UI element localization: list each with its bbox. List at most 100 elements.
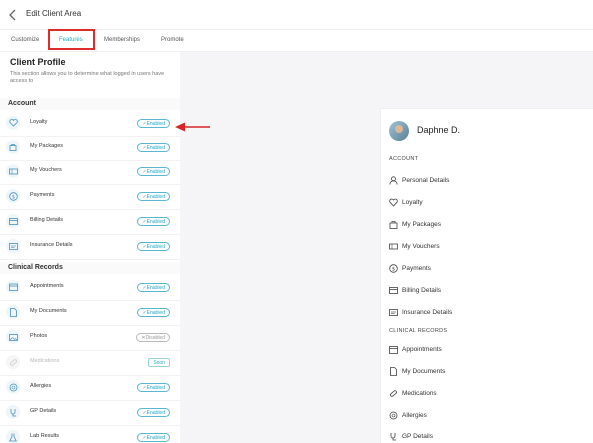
status-toggle[interactable]: ✓Enabled [137, 408, 170, 417]
dollar-icon: $ [6, 189, 20, 203]
preview-item-label: Insurance Details [402, 309, 453, 316]
tab-memberships[interactable]: Memberships [104, 37, 140, 43]
status-toggle[interactable]: ✓Enabled [137, 119, 170, 128]
preview-item-label: Appointments [402, 346, 442, 353]
preview-item-payments[interactable]: $ Payments [389, 263, 579, 275]
status-toggle[interactable]: ✓Enabled [137, 433, 170, 442]
preview-item-medications[interactable]: Medications [389, 388, 579, 400]
stethoscope-icon [390, 433, 396, 441]
avatar [389, 121, 409, 141]
feature-row-my-documents: My Documents ✓Enabled [0, 302, 180, 326]
feature-row-allergies: Allergies ✓Enabled [0, 377, 180, 401]
preview-item-appointments[interactable]: Appointments [389, 344, 579, 356]
preview-item-label: Medications [402, 390, 437, 397]
status-toggle[interactable]: ✓Enabled [137, 308, 170, 317]
feature-row-my-packages: My Packages ✓Enabled [0, 137, 180, 161]
preview-item-label: Personal Details [402, 177, 450, 184]
feature-row-photos: Photos ✕Disabled [0, 327, 180, 351]
tab-promote[interactable]: Promote [161, 37, 184, 43]
feature-row-gp-details: GP Details ✓Enabled [0, 402, 180, 426]
clinical-section-header: Clinical Records [0, 262, 180, 274]
heart-icon [389, 198, 398, 207]
status-toggle[interactable]: ✕Disabled [136, 333, 170, 342]
dollar-icon: $ [389, 264, 398, 273]
pill-icon [390, 390, 397, 397]
allergy-icon [389, 411, 398, 420]
top-bar: Edit Client Area [0, 0, 593, 30]
status-text: Enabled [146, 145, 165, 151]
preview-item-label: My Documents [402, 368, 446, 375]
feature-label: My Vouchers [30, 167, 62, 173]
status-toggle[interactable]: ✓Enabled [137, 383, 170, 392]
status-text: Enabled [146, 285, 165, 291]
person-icon [389, 176, 398, 185]
status-toggle[interactable]: ✓Enabled [137, 143, 170, 152]
status-toggle[interactable]: ✓Enabled [137, 217, 170, 226]
pill-icon [6, 355, 20, 369]
card-icon [6, 214, 20, 228]
feature-label: My Documents [30, 308, 67, 314]
heart-icon [6, 116, 20, 130]
feature-label: Billing Details [30, 217, 64, 223]
document-icon [390, 367, 397, 376]
feature-label: Lab Results [30, 433, 60, 439]
allergy-icon [6, 380, 20, 394]
feature-label: Payments [30, 192, 55, 198]
preview-clinical-header: CLINICAL RECORDS [389, 328, 448, 334]
client-profile-title: Client Profile [10, 57, 66, 67]
card-icon [389, 287, 398, 294]
preview-item-allergies[interactable]: Allergies [389, 410, 579, 422]
preview-item-label: My Packages [402, 221, 442, 228]
feature-row-appointments: Appointments ✓Enabled [0, 277, 180, 301]
preview-item-label: Billing Details [402, 287, 442, 294]
preview-client-name: Daphne D. [417, 125, 461, 135]
preview-item-insurance-details[interactable]: Insurance Details [389, 307, 579, 319]
back-arrow-icon[interactable] [8, 8, 18, 22]
preview-item-my-packages[interactable]: My Packages [389, 219, 579, 231]
preview-item-billing-details[interactable]: Billing Details [389, 285, 579, 297]
preview-item-label: My Vouchers [402, 243, 440, 250]
preview-item-my-vouchers[interactable]: My Vouchers [389, 241, 579, 253]
feature-row-my-vouchers: My Vouchers ✓Enabled [0, 161, 180, 185]
client-profile-description: This section allows you to determine wha… [10, 71, 165, 84]
annotation-arrow-icon [175, 122, 210, 132]
feature-label: Insurance Details [30, 242, 73, 248]
preview-item-my-documents[interactable]: My Documents [389, 366, 579, 378]
feature-row-medications: Medications Soon [0, 352, 180, 376]
preview-item-loyalty[interactable]: Loyalty [389, 197, 579, 209]
status-text: Enabled [146, 219, 165, 225]
app-root: Edit Client Area Customize Features Memb… [0, 0, 593, 443]
feature-row-insurance-details: Insurance Details ✓Enabled [0, 236, 180, 260]
id-card-icon [6, 239, 20, 253]
preview-item-label: GP Details [402, 433, 433, 440]
status-toggle[interactable]: ✓Enabled [137, 283, 170, 292]
preview-item-label: Allergies [402, 412, 427, 419]
svg-text:$: $ [11, 194, 14, 200]
status-toggle[interactable]: ✓Enabled [137, 242, 170, 251]
feature-label: Allergies [30, 383, 52, 389]
stethoscope-icon [6, 405, 20, 419]
status-text: Enabled [146, 385, 165, 391]
status-text: Enabled [146, 244, 165, 250]
status-text: Enabled [146, 410, 165, 416]
status-toggle[interactable]: ✓Enabled [137, 192, 170, 201]
preview-item-label: Payments [402, 265, 431, 272]
voucher-icon [6, 164, 20, 178]
calendar-icon [6, 280, 20, 294]
feature-label: Loyalty [30, 119, 48, 125]
feature-label: Photos [30, 333, 48, 339]
voucher-icon [389, 243, 398, 250]
photo-icon [6, 330, 20, 344]
account-section-header: Account [0, 98, 180, 110]
feature-label: GP Details [30, 408, 57, 414]
client-area-preview: Daphne D. ACCOUNT Personal Details Loyal… [380, 108, 593, 443]
feature-label: Medications [30, 358, 60, 364]
preview-item-gp-details[interactable]: GP Details [389, 431, 579, 443]
preview-item-personal-details[interactable]: Personal Details [389, 175, 579, 187]
svg-text:$: $ [392, 266, 395, 272]
tab-customize[interactable]: Customize [11, 37, 39, 43]
bag-icon [389, 221, 398, 229]
status-toggle[interactable]: ✓Enabled [137, 167, 170, 176]
feature-row-loyalty: Loyalty ✓Enabled [0, 113, 180, 137]
id-card-icon [389, 309, 398, 316]
